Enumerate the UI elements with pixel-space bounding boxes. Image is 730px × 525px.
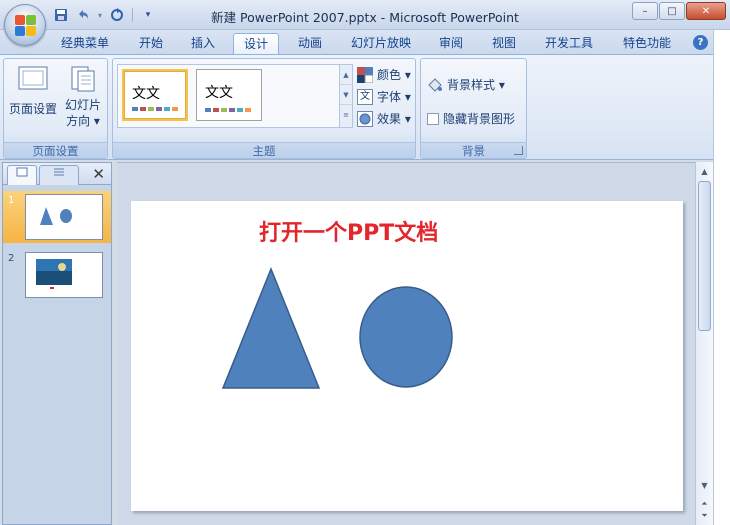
title-bar: ▾ ▾ 新建 PowerPoint 2007.pptx - Microsoft … bbox=[0, 0, 730, 30]
background-dialog-launcher-icon[interactable] bbox=[514, 146, 523, 155]
tab-developer[interactable]: 开发工具 bbox=[534, 33, 604, 54]
tab-design[interactable]: 设计 bbox=[233, 33, 279, 54]
slide-shapes bbox=[221, 266, 453, 389]
window-controls: – □ ✕ bbox=[631, 2, 726, 20]
pane-tabs: ✕ bbox=[3, 163, 111, 185]
theme-thumb-text: 文文 bbox=[132, 86, 160, 102]
themes-group-label: 主题 bbox=[113, 142, 415, 158]
theme-effects-label: 效果 ▾ bbox=[377, 112, 411, 126]
tab-slide-show[interactable]: 幻灯片放映 bbox=[342, 33, 420, 54]
gallery-scroll: ▲ ▼ ≡ bbox=[339, 65, 352, 127]
slide-orientation-label-2: 方向 ▾ bbox=[66, 114, 100, 128]
slide-number: 1 bbox=[8, 195, 15, 206]
gallery-up-icon[interactable]: ▲ bbox=[340, 65, 352, 85]
gallery-more-icon[interactable]: ≡ bbox=[340, 105, 352, 125]
tab-home[interactable]: 开始 bbox=[128, 33, 174, 54]
background-styles-label: 背景样式 ▾ bbox=[447, 78, 505, 92]
theme-colors-label: 颜色 ▾ bbox=[377, 68, 411, 82]
window-edge bbox=[713, 30, 730, 525]
tab-features[interactable]: 特色功能 bbox=[612, 33, 682, 54]
slide-thumbnail-1[interactable]: 1 bbox=[3, 191, 111, 243]
group-page-setup: 页面设置 幻灯片 方向 ▾ 页面设置 bbox=[3, 58, 108, 159]
page-setup-label: 页面设置 bbox=[8, 102, 57, 116]
background-styles-icon bbox=[428, 77, 442, 92]
slide-orientation-label-1: 幻灯片 bbox=[64, 98, 101, 112]
thumb-shapes bbox=[40, 207, 72, 225]
next-slide-icon[interactable]: ⏷ bbox=[697, 508, 712, 523]
maximize-button[interactable]: □ bbox=[659, 2, 685, 20]
office-button[interactable] bbox=[4, 4, 46, 46]
theme-gallery: 文文 文文 ▲ ▼ ≡ bbox=[117, 64, 353, 128]
office-logo-icon bbox=[15, 15, 37, 37]
help-icon[interactable]: ? bbox=[693, 35, 708, 50]
gallery-down-icon[interactable]: ▼ bbox=[340, 85, 352, 105]
slide-editor-area: 打开一个PPT文档 bbox=[117, 162, 695, 525]
slide-thumbnail-preview bbox=[25, 194, 103, 240]
slide-number: 2 bbox=[8, 253, 15, 264]
slide-thumbnail-preview bbox=[25, 252, 103, 298]
ribbon: 页面设置 幻灯片 方向 ▾ 页面设置 文文 文文 ▲ ▼ ≡ 颜色 ▾ 文 字体… bbox=[0, 54, 730, 160]
page-setup-icon bbox=[18, 66, 48, 90]
window-title: 新建 PowerPoint 2007.pptx - Microsoft Powe… bbox=[211, 10, 519, 25]
slide-thumbnail-2[interactable]: 2 bbox=[3, 249, 111, 301]
group-background: 背景样式 ▾ 隐藏背景图形 背景 bbox=[420, 58, 527, 159]
minimize-button[interactable]: – bbox=[632, 2, 658, 20]
slide-orientation-button[interactable]: 幻灯片 方向 ▾ bbox=[60, 65, 106, 129]
vertical-scrollbar[interactable]: ▲ ▼ ⏶ ⏷ bbox=[695, 162, 713, 525]
page-setup-button[interactable]: 页面设置 bbox=[8, 65, 58, 117]
outline-tab[interactable] bbox=[39, 165, 79, 185]
scroll-thumb[interactable] bbox=[698, 181, 711, 331]
theme-thumb-office[interactable]: 文文 bbox=[122, 69, 188, 121]
hide-background-label: 隐藏背景图形 bbox=[443, 112, 516, 126]
background-styles-button[interactable]: 背景样式 ▾ bbox=[427, 76, 505, 93]
theme-fonts-label: 字体 ▾ bbox=[377, 90, 411, 104]
hide-background-graphics[interactable]: 隐藏背景图形 bbox=[427, 110, 515, 127]
tab-animations[interactable]: 动画 bbox=[287, 33, 333, 54]
theme-fonts-icon: 文 bbox=[357, 88, 373, 105]
scroll-down-icon[interactable]: ▼ bbox=[697, 478, 712, 493]
tab-review[interactable]: 审阅 bbox=[428, 33, 474, 54]
slides-tab[interactable] bbox=[7, 165, 37, 185]
close-button[interactable]: ✕ bbox=[686, 2, 726, 20]
theme-fonts-button[interactable]: 文 字体 ▾ bbox=[357, 88, 411, 105]
background-group-label: 背景 bbox=[421, 142, 526, 158]
slide-canvas[interactable]: 打开一个PPT文档 bbox=[131, 201, 683, 511]
slides-tab-icon bbox=[16, 167, 28, 177]
theme-color-swatches bbox=[132, 107, 178, 111]
group-themes: 文文 文文 ▲ ▼ ≡ 颜色 ▾ 文 字体 ▾ 效果 ▾ 主题 bbox=[112, 58, 416, 159]
slides-pane: ✕ 1 2 bbox=[2, 162, 112, 525]
theme-effects-button[interactable]: 效果 ▾ bbox=[357, 110, 411, 127]
theme-colors-button[interactable]: 颜色 ▾ bbox=[357, 66, 411, 83]
theme-effects-icon bbox=[357, 110, 373, 127]
pane-close-icon[interactable]: ✕ bbox=[92, 165, 105, 183]
thumb-landscape-picture bbox=[36, 259, 72, 289]
page-setup-group-label: 页面设置 bbox=[4, 142, 107, 158]
slide-orientation-icon bbox=[71, 66, 95, 92]
triangle-shape[interactable] bbox=[221, 266, 321, 389]
theme-thumb-text: 文文 bbox=[205, 85, 233, 101]
circle-shape[interactable] bbox=[359, 286, 453, 388]
theme-thumb-2[interactable]: 文文 bbox=[196, 69, 262, 121]
theme-color-swatches bbox=[205, 108, 251, 112]
ribbon-tabs: 经典菜单 开始 插入 设计 动画 幻灯片放映 审阅 视图 开发工具 特色功能 ? bbox=[0, 30, 730, 54]
outline-tab-icon bbox=[54, 168, 64, 176]
theme-colors-icon bbox=[357, 66, 373, 83]
tab-classic-menu[interactable]: 经典菜单 bbox=[52, 33, 118, 54]
hide-background-checkbox[interactable] bbox=[427, 112, 439, 125]
scroll-up-icon[interactable]: ▲ bbox=[697, 164, 712, 179]
tab-view[interactable]: 视图 bbox=[481, 33, 527, 54]
tab-insert[interactable]: 插入 bbox=[180, 33, 226, 54]
